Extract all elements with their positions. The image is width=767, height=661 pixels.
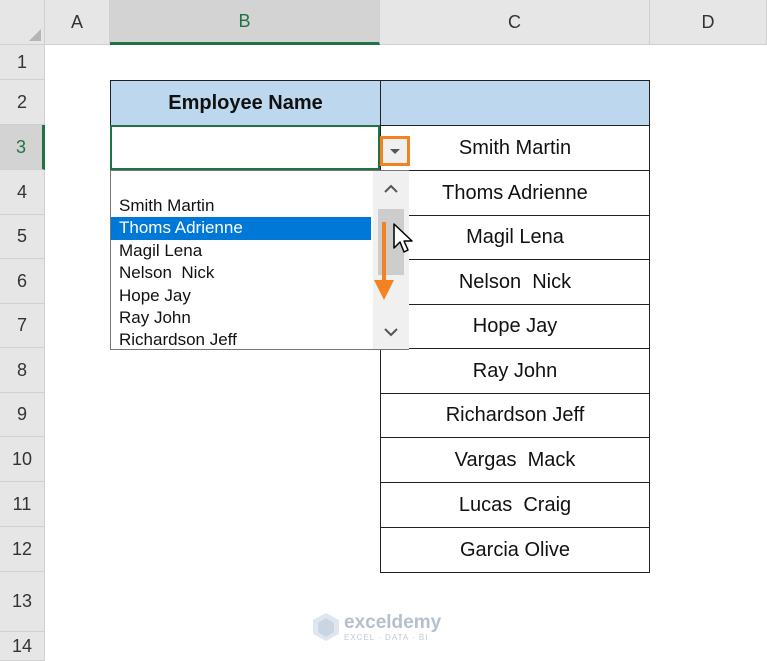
name-cell[interactable]: Richardson Jeff [380,393,650,438]
row-header-3[interactable]: 3 [0,125,45,170]
row-header-10[interactable]: 10 [0,437,45,482]
name-cell[interactable]: Garcia Olive [380,527,650,573]
name-cell[interactable]: Lucas Craig [380,482,650,528]
column-header-d[interactable]: D [650,0,767,45]
scroll-up-button[interactable] [373,171,409,205]
name-cell[interactable]: Magil Lena [380,215,650,260]
dropdown-item[interactable]: Nelson Nick [111,262,371,284]
column-header-a[interactable]: A [45,0,110,45]
row-header-2[interactable]: 2 [0,80,45,125]
row-header-14[interactable]: 14 [0,632,45,661]
dropdown-arrow-icon [390,148,400,154]
row-header-13[interactable]: 13 [0,572,45,632]
row-header-9[interactable]: 9 [0,393,45,437]
column-header-b[interactable]: B [110,0,380,45]
dropdown-items: Smith Martin Thoms Adrienne Magil Lena N… [111,195,371,352]
row-header-6[interactable]: 6 [0,259,45,304]
row-header-8[interactable]: 8 [0,348,45,393]
dropdown-item[interactable]: Smith Martin [111,195,371,217]
dropdown-item[interactable]: Richardson Jeff [111,329,371,351]
exceldemy-watermark: exceldemy EXCEL · DATA · BI [312,612,441,642]
row-header-4[interactable]: 4 [0,170,45,215]
select-all-triangle [29,29,41,41]
name-cell[interactable]: Hope Jay [380,304,650,349]
dropdown-list[interactable]: Smith Martin Thoms Adrienne Magil Lena N… [110,170,409,350]
data-validation-dropdown-button[interactable] [380,136,410,166]
column-header-c[interactable]: C [380,0,650,45]
logo-tagline: EXCEL · DATA · BI [344,632,429,642]
dropdown-item[interactable]: Magil Lena [111,240,371,262]
name-cell[interactable]: Smith Martin [380,125,650,171]
logo-text: exceldemy EXCEL · DATA · BI [344,611,442,642]
active-cell-b3[interactable] [110,125,380,170]
column-c-header-cell[interactable] [380,80,650,126]
select-all-corner[interactable] [0,0,45,45]
row-header-5[interactable]: 5 [0,215,45,259]
name-cell[interactable]: Thoms Adrienne [380,170,650,216]
row-header-12[interactable]: 12 [0,527,45,572]
row-header-7[interactable]: 7 [0,304,45,348]
dropdown-item[interactable]: Ray John [111,307,371,329]
dropdown-item-selected[interactable]: Thoms Adrienne [111,217,371,240]
scroll-down-button[interactable] [373,315,409,349]
row-header-1[interactable]: 1 [0,45,45,80]
scroll-down-icon [384,327,398,336]
name-cell[interactable]: Vargas Mack [380,437,650,483]
scroll-up-icon [384,184,398,193]
dropdown-item[interactable]: Hope Jay [111,285,371,307]
mouse-cursor-icon [393,223,413,253]
name-cell[interactable]: Nelson Nick [380,259,650,305]
row-header-11[interactable]: 11 [0,482,45,527]
name-cell[interactable]: Ray John [380,348,650,394]
exceldemy-logo-icon [313,613,339,641]
employee-name-header[interactable]: Employee Name [110,80,381,126]
logo-name: exceldemy [344,611,442,633]
